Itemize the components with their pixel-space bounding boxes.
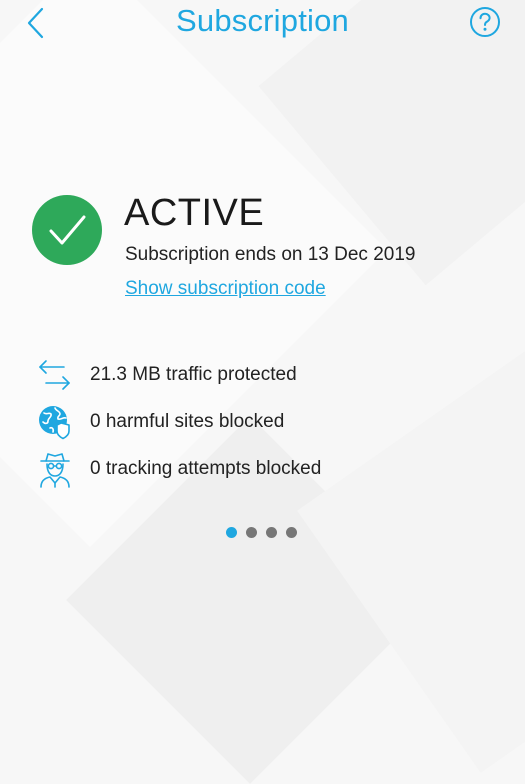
stat-label: 0 tracking attempts blocked — [90, 458, 322, 479]
active-status-icon — [32, 195, 102, 265]
page-title: Subscription — [176, 3, 349, 38]
stat-harmful-sites: 0 harmful sites blocked — [36, 403, 476, 443]
spy-icon — [40, 453, 70, 488]
page-dot[interactable] — [246, 527, 257, 538]
page-dot[interactable] — [266, 527, 277, 538]
app-header: Subscription — [0, 0, 525, 48]
help-button[interactable] — [469, 6, 501, 38]
page-dot[interactable] — [226, 527, 237, 538]
check-circle-icon — [32, 195, 102, 265]
subscription-status: ACTIVE — [124, 192, 265, 234]
stat-label: 21.3 MB traffic protected — [90, 364, 297, 385]
subscription-end-date: Subscription ends on 13 Dec 2019 — [125, 244, 416, 265]
stat-label: 0 harmful sites blocked — [90, 411, 285, 432]
globe-shield-icon — [39, 406, 70, 440]
stat-traffic-protected: 21.3 MB traffic protected — [36, 356, 476, 396]
page-dot[interactable] — [286, 527, 297, 538]
stat-tracking-blocked: 0 tracking attempts blocked — [36, 450, 476, 490]
arrows-exchange-icon — [39, 360, 70, 390]
help-circle-icon — [470, 7, 500, 37]
show-subscription-code-link[interactable]: Show subscription code — [125, 278, 326, 300]
